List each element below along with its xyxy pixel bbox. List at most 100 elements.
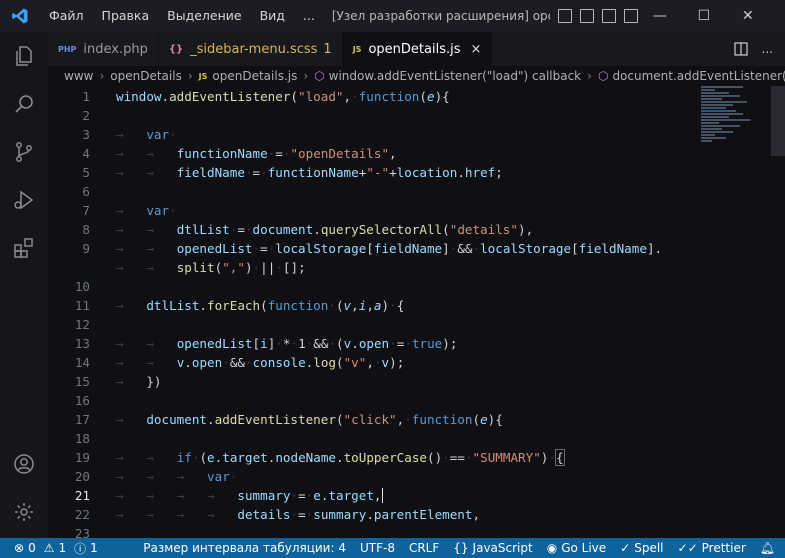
code-line[interactable]: 1 window.addEventListener("load",·functio… bbox=[48, 87, 698, 106]
code-line[interactable]: 3 → var· bbox=[48, 125, 698, 144]
code-line[interactable]: 12 bbox=[48, 315, 698, 334]
code-text: → }) bbox=[116, 374, 162, 389]
chevron-right-icon: › bbox=[187, 69, 193, 83]
line-number: 13 bbox=[74, 336, 90, 351]
spell-label: Spell bbox=[634, 541, 664, 555]
method-symbol-icon: ⬡ bbox=[597, 69, 609, 83]
minimize-button[interactable]: — bbox=[638, 0, 682, 32]
warning-icon: ⚠ bbox=[43, 541, 55, 555]
settings-gear-icon[interactable] bbox=[0, 488, 48, 536]
account-icon[interactable] bbox=[0, 440, 48, 488]
code-line-wrapped[interactable]: → → split(",")·||·[]; bbox=[48, 258, 698, 277]
code-line[interactable]: 9 → → openedList·=·localStorage[fieldName… bbox=[48, 239, 698, 258]
code-line[interactable]: 15 → }) bbox=[48, 372, 698, 391]
vscode-logo-icon bbox=[0, 0, 40, 32]
code-line[interactable]: 21 → → → → summary·=·e.target, bbox=[48, 486, 698, 505]
breadcrumb-file[interactable]: openDetails.js bbox=[212, 69, 297, 83]
breadcrumb-folder[interactable]: www bbox=[64, 69, 93, 83]
code-line[interactable]: 22 → → → → details·=·summary.parentElemen… bbox=[48, 505, 698, 524]
code-text: → → if·(e.target.nodeName.toUpperCase()·… bbox=[116, 449, 565, 466]
line-number: 6 bbox=[82, 184, 90, 199]
go-live-button[interactable]: ◉ Go Live bbox=[547, 541, 606, 555]
info-icon: ⓘ bbox=[74, 541, 87, 556]
line-number: 4 bbox=[82, 146, 90, 161]
code-line[interactable]: 16 bbox=[48, 391, 698, 410]
code-line[interactable]: 4 → → functionName·=·"openDetails", bbox=[48, 144, 698, 163]
toggle-secondary-sidebar-icon[interactable] bbox=[601, 9, 616, 23]
toggle-panel-icon[interactable] bbox=[579, 9, 594, 23]
code-text: → var· bbox=[116, 203, 177, 218]
line-number: 8 bbox=[82, 222, 90, 237]
code-line[interactable]: 18 bbox=[48, 429, 698, 448]
tab-opendetails-js[interactable]: JS openDetails.js × bbox=[342, 32, 493, 66]
tab-label: openDetails.js bbox=[368, 41, 461, 57]
code-line[interactable]: 20 → → → var· bbox=[48, 467, 698, 486]
menu-file[interactable]: Файл bbox=[40, 0, 93, 32]
more-actions-icon[interactable]: ... bbox=[762, 42, 773, 56]
method-symbol-icon: ⬡ bbox=[314, 69, 325, 83]
eol-indicator[interactable]: CRLF bbox=[409, 541, 439, 555]
prettier-button[interactable]: ✓✓ Prettier bbox=[678, 541, 746, 555]
menu-view[interactable]: Вид bbox=[251, 0, 294, 32]
tab-index-php[interactable]: PHP index.php bbox=[48, 32, 159, 66]
code-line[interactable]: 7 → var· bbox=[48, 201, 698, 220]
code-text: → → split(",")·||·[]; bbox=[116, 260, 306, 275]
editor-tabs: PHP index.php {} _sidebar-menu.scss 1 JS… bbox=[48, 32, 785, 66]
tab-sidebar-menu-scss[interactable]: {} _sidebar-menu.scss 1 bbox=[159, 32, 343, 66]
encoding-indicator[interactable]: UTF-8 bbox=[360, 541, 395, 555]
code-editor[interactable]: 1 window.addEventListener("load",·functio… bbox=[48, 86, 785, 538]
broadcast-icon: ◉ bbox=[546, 541, 558, 555]
editor-scrollbar[interactable] bbox=[771, 86, 785, 156]
code-line[interactable]: 11 → dtlList.forEach(function·(v,i,a)·{ bbox=[48, 296, 698, 315]
line-number: 1 bbox=[82, 89, 90, 104]
source-control-icon[interactable] bbox=[0, 128, 48, 176]
line-number: 11 bbox=[74, 298, 90, 313]
braces-icon: {} bbox=[453, 541, 469, 555]
code-line[interactable]: 17 → document.addEventListener("click",·f… bbox=[48, 410, 698, 429]
error-icon: ⊗ bbox=[14, 541, 25, 555]
tab-size-indicator[interactable]: Размер интервала табуляции: 4 bbox=[143, 541, 346, 555]
close-window-button[interactable]: ✕ bbox=[726, 0, 770, 32]
breadcrumb-subfolder[interactable]: openDetails bbox=[110, 69, 182, 83]
maximize-button[interactable]: ☐ bbox=[682, 0, 726, 32]
js-file-icon: JS bbox=[352, 44, 362, 54]
menu-selection[interactable]: Выделение bbox=[158, 0, 250, 32]
code-line[interactable]: 23 bbox=[48, 524, 698, 538]
breadcrumb-symbol-load[interactable]: window.addEventListener("load") callback bbox=[329, 69, 582, 83]
line-number: 7 bbox=[82, 203, 90, 218]
menu-more[interactable]: ... bbox=[294, 0, 324, 32]
extensions-icon[interactable] bbox=[0, 224, 48, 272]
menu-edit[interactable]: Правка bbox=[93, 0, 159, 32]
search-icon[interactable] bbox=[0, 80, 48, 128]
line-number: 10 bbox=[74, 279, 90, 294]
code-text: → → → → summary·=·e.target, bbox=[116, 488, 384, 503]
code-line[interactable]: 6 bbox=[48, 182, 698, 201]
code-text: → → → var· bbox=[116, 469, 238, 484]
code-text: → → → → details·=·summary.parentElement, bbox=[116, 507, 481, 522]
language-mode[interactable]: {} JavaScript bbox=[453, 541, 532, 555]
problems-indicator[interactable]: ⊗ 0 ⚠ 1 ⓘ 1 bbox=[14, 540, 98, 557]
toggle-sidebar-icon[interactable] bbox=[557, 9, 572, 23]
code-line[interactable]: 13 → → openedList[i]·*·1·&&·(v.open·=·tru… bbox=[48, 334, 698, 353]
run-debug-icon[interactable] bbox=[0, 176, 48, 224]
line-number: 22 bbox=[74, 507, 90, 522]
code-line[interactable]: 8 → → dtlList·=·document.querySelectorAll… bbox=[48, 220, 698, 239]
breadcrumb-symbol-click[interactable]: document.addEventListener("click") callb… bbox=[612, 69, 785, 83]
explorer-icon[interactable] bbox=[0, 32, 48, 80]
close-tab-icon[interactable]: × bbox=[470, 42, 481, 57]
notifications-bell-icon[interactable]: 🔔︎ bbox=[760, 541, 775, 555]
title-bar: Файл Правка Выделение Вид ... [Узел разр… bbox=[0, 0, 785, 32]
line-number: 2 bbox=[82, 108, 90, 123]
code-line[interactable]: 10 bbox=[48, 277, 698, 296]
line-number: 5 bbox=[82, 165, 90, 180]
code-line[interactable]: 5 → → fieldName·=·functionName+"-"+locati… bbox=[48, 163, 698, 182]
code-line[interactable]: 19 → → if·(e.target.nodeName.toUpperCase(… bbox=[48, 448, 698, 467]
minimap[interactable] bbox=[701, 86, 771, 166]
code-line[interactable]: 2 bbox=[48, 106, 698, 125]
js-file-icon: JS bbox=[198, 71, 208, 81]
spell-button[interactable]: ✓ Spell bbox=[620, 541, 663, 555]
code-line[interactable]: 14 → → v.open·&&·console.log("v",·v); bbox=[48, 353, 698, 372]
customize-layout-icon[interactable] bbox=[623, 9, 638, 23]
line-number: 18 bbox=[74, 431, 90, 446]
split-editor-icon[interactable] bbox=[733, 42, 748, 56]
